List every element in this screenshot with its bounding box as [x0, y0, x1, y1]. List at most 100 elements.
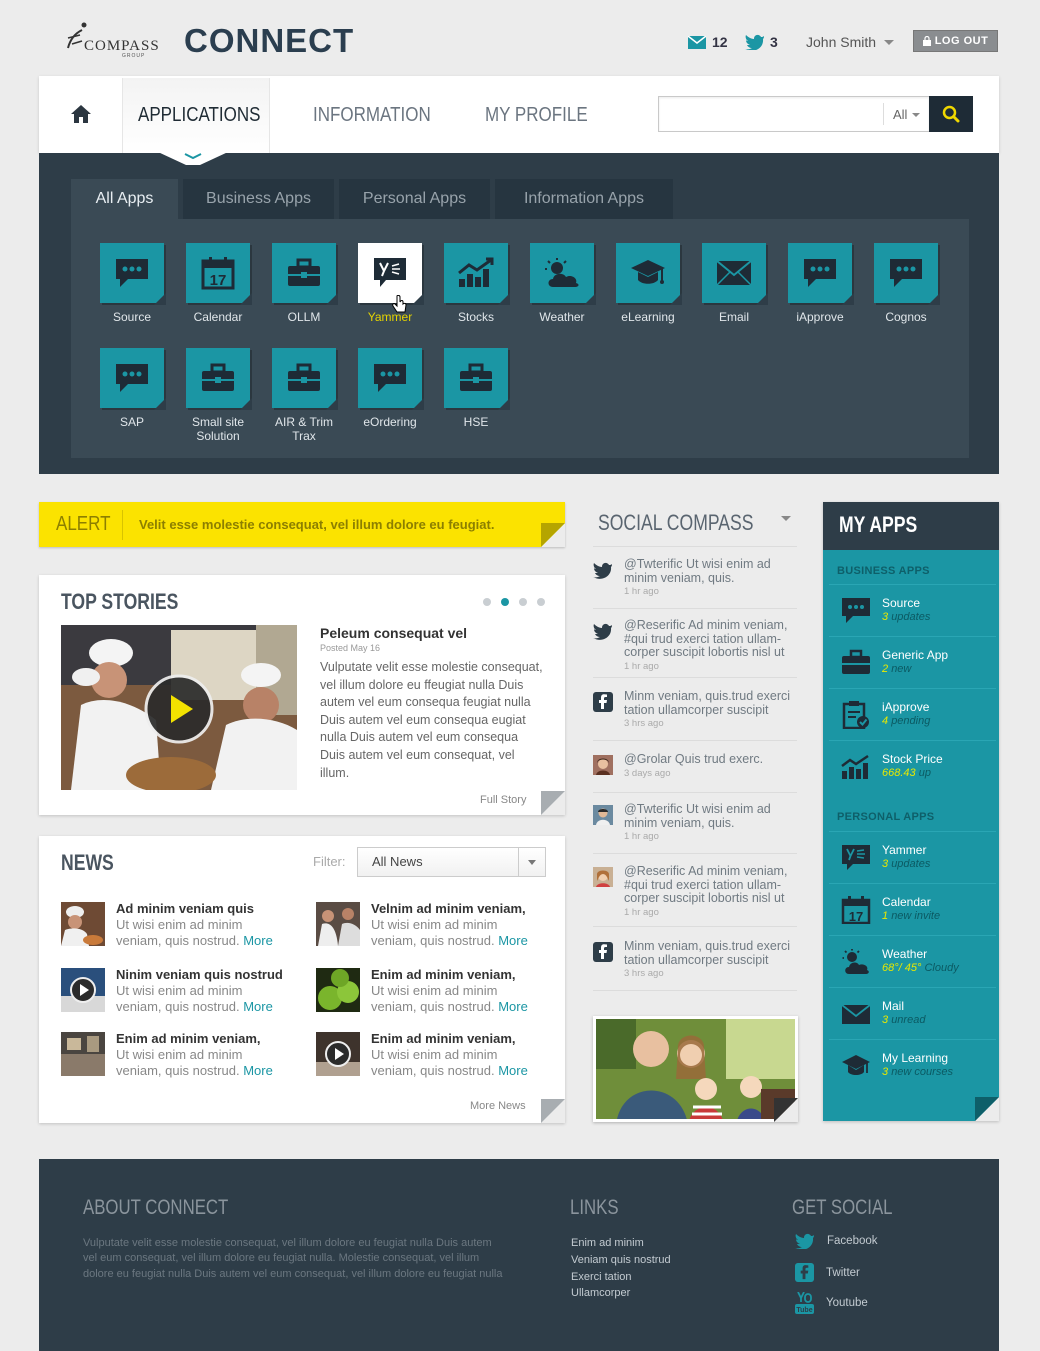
more-link[interactable]: More — [498, 1063, 528, 1078]
story-body: Vulputate velit esse molestie consequat,… — [320, 660, 543, 780]
news-item[interactable]: Enim ad minim veniam, Ut wisi enim ad mi… — [316, 967, 546, 1016]
facebook-icon — [593, 692, 613, 712]
more-link[interactable]: More — [243, 933, 273, 948]
my-app-stock-price[interactable]: Stock Price 668.43 up — [829, 740, 996, 790]
chevron-down-icon[interactable] — [781, 516, 791, 521]
footer-link[interactable]: Veniam quis nostrud — [571, 1254, 671, 1266]
tab-information-apps[interactable]: Information Apps — [495, 179, 673, 219]
compass-logo[interactable]: COMPASS GROUP — [64, 20, 164, 60]
news-thumbnail — [316, 902, 360, 946]
youtube-icon: Tube — [795, 1292, 814, 1314]
search-scope-select[interactable]: All — [893, 107, 921, 122]
tab-applications[interactable]: APPLICATIONS — [138, 104, 261, 127]
logout-button[interactable]: LOG OUT — [913, 30, 998, 52]
envelope-icon — [688, 35, 706, 49]
search-input[interactable] — [658, 96, 930, 132]
more-link[interactable]: More — [498, 933, 528, 948]
about-title: ABOUT CONNECT — [83, 1196, 229, 1219]
more-link[interactable]: More — [243, 1063, 273, 1078]
footer-link[interactable]: Enim ad minim — [571, 1237, 644, 1249]
carousel-dot[interactable] — [537, 598, 545, 606]
more-link[interactable]: More — [243, 999, 273, 1014]
video-thumbnail — [316, 1032, 360, 1076]
social-link-facebook[interactable]: Facebook — [795, 1233, 878, 1249]
app-label: Cognos — [885, 310, 927, 324]
carousel-dot[interactable] — [483, 598, 491, 606]
tab-all-apps[interactable]: All Apps — [71, 179, 178, 219]
app-label: Weather — [539, 310, 585, 324]
chevron-down-icon — [884, 39, 895, 45]
search-button[interactable] — [929, 96, 973, 132]
chat-bubble-icon — [374, 364, 406, 392]
news-item-desc-text: Ut wisi enim ad minim veniam, quis nostr… — [371, 983, 498, 1014]
tab-business-apps[interactable]: Business Apps — [183, 179, 334, 219]
social-post-text: @Reserific Ad minim veniam, #qui trud ex… — [624, 864, 788, 905]
tab-personal-apps[interactable]: Personal Apps — [339, 179, 490, 219]
news-item[interactable]: Velnim ad minim veniam, Ut wisi enim ad … — [316, 901, 546, 950]
my-app-yammer[interactable]: Yammer 3 updates — [829, 831, 996, 881]
news-item-desc: Ut wisi enim ad minim veniam, quis nostr… — [371, 917, 541, 949]
tab-information[interactable]: INFORMATION — [313, 104, 431, 127]
news-item[interactable]: Ninim veniam quis nostrud Ut wisi enim a… — [61, 967, 291, 1016]
my-app-status: 2 new — [882, 663, 911, 675]
my-app-source[interactable]: Source 3 updates — [829, 584, 996, 634]
news-item-desc-text: Ut wisi enim ad minim veniam, quis nostr… — [116, 917, 243, 948]
facebook-icon — [593, 942, 613, 962]
social-link-youtube[interactable]: Tube Youtube — [795, 1292, 868, 1314]
divider — [593, 677, 797, 678]
news-item[interactable]: Enim ad minim veniam, Ut wisi enim ad mi… — [316, 1031, 546, 1080]
user-menu[interactable]: John Smith — [806, 34, 895, 50]
active-tab-pointer-icon — [158, 152, 228, 165]
social-post-text: @Twterific Ut wisi enim ad minim veniam,… — [624, 557, 771, 585]
top-story-video[interactable] — [61, 625, 297, 790]
my-app-iapprove[interactable]: iApprove 4 pending — [829, 688, 996, 738]
social-post-text: @Grolar Quis trud exerc. — [624, 752, 764, 766]
app-label: Stocks — [457, 310, 494, 324]
my-app-status: 3 updates — [882, 611, 930, 623]
home-button[interactable] — [70, 104, 92, 129]
news-item-desc-text: Ut wisi enim ad minim veniam, quis nostr… — [116, 983, 243, 1014]
full-story-link[interactable]: Full Story — [480, 794, 526, 806]
news-item-desc: Ut wisi enim ad minim veniam, quis nostr… — [371, 983, 541, 1015]
news-item-desc: Ut wisi enim ad minim veniam, quis nostr… — [116, 983, 286, 1015]
news-item[interactable]: Ad minim veniam quis Ut wisi enim ad min… — [61, 901, 291, 950]
my-app-weather[interactable]: Weather 68°/ 45° Cloudy — [829, 935, 996, 985]
footer-link[interactable]: Ullamcorper — [571, 1287, 630, 1299]
my-app-calendar[interactable]: 17 Calendar 1 new invite — [829, 883, 996, 933]
footer-link[interactable]: Exerci tation — [571, 1271, 632, 1283]
app-label: Email — [718, 310, 749, 324]
carousel-dot[interactable] — [519, 598, 527, 606]
news-item-title: Velnim ad minim veniam, — [371, 901, 526, 916]
twitter-icon — [745, 34, 764, 50]
my-app-status-text: updates — [891, 611, 931, 623]
my-app-status-text: new invite — [891, 910, 941, 922]
app-label: eOrdering — [363, 415, 417, 429]
mail-notifications[interactable]: 12 — [688, 34, 728, 50]
tab-my-profile[interactable]: MY PROFILE — [485, 104, 588, 127]
twitter-notifications[interactable]: 3 — [745, 34, 778, 50]
graduation-cap-icon — [842, 1055, 870, 1075]
news-item[interactable]: Enim ad minim veniam, Ut wisi enim ad mi… — [61, 1031, 291, 1080]
my-app-status: 3 unread — [882, 1014, 925, 1026]
social-post-time: 3 hrs ago — [624, 718, 664, 729]
my-app-status-text: up — [918, 767, 931, 779]
filter-label: Filter: — [313, 854, 346, 869]
my-app-count: 1 — [882, 910, 889, 922]
more-news-link[interactable]: More News — [470, 1100, 526, 1112]
more-link[interactable]: More — [498, 999, 528, 1014]
social-link-twitter[interactable]: Twitter — [795, 1263, 860, 1282]
news-filter-toggle[interactable] — [518, 848, 545, 876]
story-headline[interactable]: Peleum consequat vel — [320, 625, 467, 641]
twitter-icon — [795, 1233, 814, 1249]
my-app-my-learning[interactable]: My Learning 3 new courses — [829, 1039, 996, 1089]
social-link-label: Twitter — [826, 1266, 860, 1279]
briefcase-icon — [288, 363, 320, 391]
weather-icon — [842, 949, 869, 974]
search-scope-value: All — [893, 107, 908, 122]
my-app-generic-app[interactable]: Generic App 2 new — [829, 636, 996, 686]
briefcase-icon — [202, 363, 234, 391]
my-app-mail[interactable]: Mail 3 unread — [829, 987, 996, 1037]
family-photo[interactable] — [593, 1016, 798, 1122]
carousel-dot-active[interactable] — [501, 598, 509, 606]
news-title: NEWS — [61, 850, 114, 875]
